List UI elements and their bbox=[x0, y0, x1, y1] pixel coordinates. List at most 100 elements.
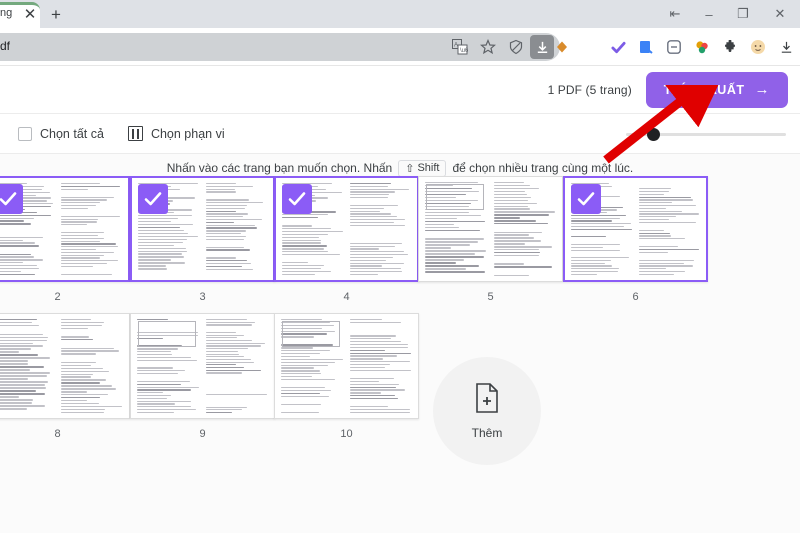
text-line bbox=[493, 187, 539, 190]
page-thumbnail[interactable]: 9 bbox=[130, 313, 275, 440]
text-line bbox=[281, 392, 321, 395]
text-line bbox=[349, 219, 406, 221]
page-thumbnail[interactable]: 4 bbox=[274, 176, 419, 303]
text-line bbox=[0, 256, 35, 258]
text-line bbox=[60, 196, 114, 198]
text-line bbox=[60, 336, 89, 338]
text-line bbox=[281, 411, 320, 414]
text-line bbox=[281, 387, 326, 389]
text-line bbox=[0, 396, 19, 398]
translate-icon[interactable]: A\u6587 bbox=[446, 33, 474, 61]
text-line bbox=[137, 409, 196, 411]
text-line bbox=[282, 245, 327, 247]
page-thumbnail-selected[interactable] bbox=[130, 176, 275, 282]
text-line bbox=[60, 232, 104, 234]
page-selected-checkbox[interactable] bbox=[282, 184, 312, 214]
text-line bbox=[349, 389, 406, 391]
close-window-icon[interactable]: ✕ bbox=[760, 0, 800, 28]
orange-diamond-extension-icon[interactable] bbox=[548, 33, 576, 61]
text-line bbox=[281, 350, 331, 352]
page-thumbnail-unselected[interactable] bbox=[0, 313, 130, 419]
text-line bbox=[60, 218, 98, 220]
shield-icon[interactable] bbox=[502, 33, 530, 61]
text-line bbox=[205, 353, 240, 355]
text-line bbox=[0, 270, 22, 273]
text-line bbox=[205, 191, 237, 193]
thumbnail-zoom-slider[interactable] bbox=[626, 114, 786, 154]
text-line bbox=[138, 253, 182, 255]
page-thumbnail-selected[interactable] bbox=[0, 176, 130, 282]
text-line bbox=[60, 370, 109, 372]
text-line bbox=[137, 370, 186, 372]
text-line bbox=[137, 386, 199, 388]
text-line bbox=[60, 411, 105, 414]
page-thumbnail[interactable]: 10 bbox=[274, 313, 419, 440]
add-file-button[interactable]: Thêm bbox=[433, 357, 541, 465]
text-line bbox=[282, 251, 328, 253]
close-tab-icon[interactable]: ✕ bbox=[20, 4, 40, 24]
page-thumbnail[interactable]: 8 bbox=[0, 313, 130, 440]
restore-down-icon[interactable]: ⇤ bbox=[658, 0, 692, 28]
zoom-slider-handle[interactable] bbox=[646, 127, 660, 141]
text-line bbox=[205, 185, 254, 188]
text-line bbox=[281, 376, 312, 378]
minimize-icon[interactable]: – bbox=[692, 0, 726, 28]
page-selected-checkbox[interactable] bbox=[0, 184, 23, 214]
page-thumbnail[interactable]: 2 bbox=[0, 176, 130, 303]
text-line bbox=[0, 273, 36, 275]
extract-button[interactable]: TRÍCH XUẤT → bbox=[645, 71, 788, 108]
text-line bbox=[60, 339, 93, 341]
text-line bbox=[60, 246, 118, 248]
text-line bbox=[425, 244, 470, 246]
page-number-label: 9 bbox=[199, 428, 206, 440]
text-line bbox=[205, 394, 267, 396]
text-line bbox=[0, 363, 28, 365]
page-thumbnail-selected[interactable] bbox=[563, 176, 708, 282]
maximize-icon[interactable]: ❐ bbox=[726, 0, 760, 28]
text-line bbox=[493, 249, 539, 251]
page-thumbnail-unselected[interactable] bbox=[274, 313, 419, 419]
page-selected-checkbox[interactable] bbox=[571, 184, 601, 214]
text-line bbox=[638, 190, 669, 193]
page-thumbnail[interactable]: 6 bbox=[563, 176, 708, 303]
dark-mode-moon-icon[interactable] bbox=[576, 33, 604, 61]
select-range-control[interactable]: Chọn phạn vi bbox=[127, 126, 225, 141]
text-line bbox=[493, 182, 524, 184]
blue-document-extension-icon[interactable] bbox=[632, 33, 660, 61]
text-line bbox=[282, 220, 344, 224]
downloads-tray-icon[interactable] bbox=[772, 33, 800, 61]
gray-block-extension-icon[interactable] bbox=[660, 33, 688, 61]
page-thumbnail-selected[interactable] bbox=[274, 176, 419, 282]
text-line bbox=[0, 351, 19, 353]
text-line bbox=[571, 214, 626, 217]
new-tab-button[interactable]: + bbox=[40, 1, 72, 28]
extract-button-label: TRÍCH XUẤT bbox=[663, 82, 745, 97]
text-line bbox=[0, 342, 33, 344]
text-line bbox=[349, 395, 396, 397]
text-line bbox=[138, 268, 167, 270]
text-line bbox=[60, 397, 100, 399]
text-line bbox=[0, 245, 39, 247]
page-thumbnail[interactable]: 5 bbox=[418, 176, 563, 303]
page-thumbnail[interactable]: 3 bbox=[130, 176, 275, 303]
colorful-extension-icon[interactable] bbox=[688, 33, 716, 61]
text-line bbox=[349, 341, 401, 343]
text-line bbox=[137, 348, 179, 350]
text-line bbox=[138, 229, 185, 232]
text-line bbox=[638, 259, 695, 261]
text-line bbox=[282, 262, 309, 264]
bookmark-star-icon[interactable] bbox=[474, 33, 502, 61]
profile-avatar-icon[interactable] bbox=[744, 33, 772, 61]
puzzle-extensions-icon[interactable] bbox=[716, 33, 744, 61]
purple-check-extension-icon[interactable] bbox=[604, 33, 632, 61]
select-all-control[interactable]: Chọn tất cả bbox=[18, 126, 104, 141]
page-thumbnail-unselected[interactable] bbox=[130, 313, 275, 419]
page-thumbnail-unselected[interactable] bbox=[418, 176, 563, 282]
text-line bbox=[0, 405, 45, 407]
text-line bbox=[349, 221, 394, 224]
text-line bbox=[0, 324, 39, 327]
select-all-checkbox[interactable] bbox=[18, 126, 32, 141]
page-selected-checkbox[interactable] bbox=[138, 184, 168, 214]
text-line bbox=[205, 199, 250, 201]
text-line bbox=[425, 268, 467, 270]
